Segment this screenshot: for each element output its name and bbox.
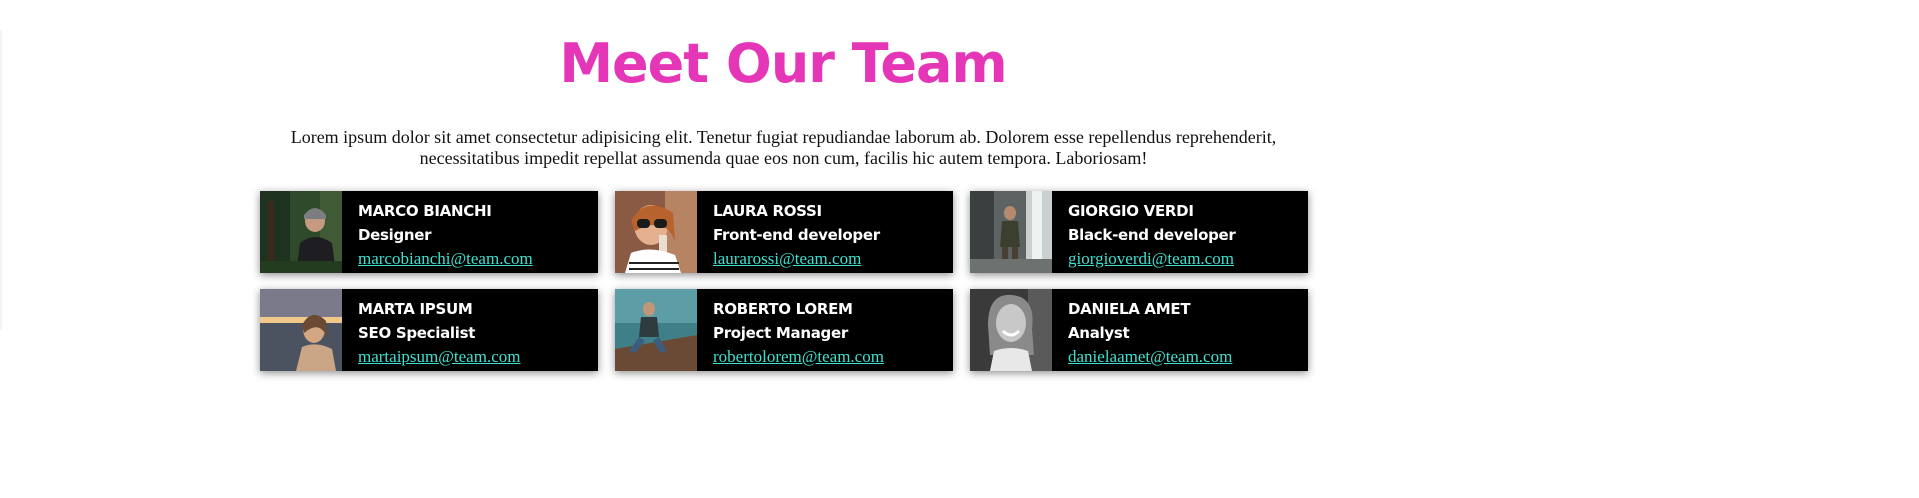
team-member-photo [260,289,342,371]
team-member-email-link[interactable]: martaipsum@team.com [358,345,520,369]
intro-paragraph: Lorem ipsum dolor sit amet consectetur a… [290,127,1277,168]
team-member-name: GIORGIO VERDI [1068,202,1194,220]
team-member-name: LAURA ROSSI [713,202,822,220]
team-member-email-link[interactable]: laurarossi@team.com [713,247,880,271]
team-member-name: MARTA IPSUM [358,300,473,318]
team-member-role: Front-end developer [713,226,880,244]
team-member-name: ROBERTO LOREM [713,300,853,318]
team-member-role: Black-end developer [1068,226,1236,244]
team-member-email-link[interactable]: robertolorem@team.com [713,345,884,369]
team-member-name: MARCO BIANCHI [358,202,492,220]
page-title: Meet Our Team [559,32,1007,95]
team-member-email-link[interactable]: giorgioverdi@team.com [1068,247,1236,271]
team-member-name: DANIELA AMET [1068,300,1191,318]
team-member-photo [615,191,697,273]
team-card: DANIELA AMET Analyst danielaamet@team.co… [970,289,1308,371]
team-grid: MARCO BIANCHI Designer marcobianchi@team… [260,191,1308,371]
team-member-photo [615,289,697,371]
team-member-role: Designer [358,226,432,244]
team-member-role: Project Manager [713,324,848,342]
team-member-role: SEO Specialist [358,324,476,342]
team-card: GIORGIO VERDI Black-end developer giorgi… [970,191,1308,273]
team-member-info: DANIELA AMET Analyst danielaamet@team.co… [1052,289,1232,371]
team-member-info: LAURA ROSSI Front-end developer lauraros… [697,191,880,273]
team-card: LAURA ROSSI Front-end developer lauraros… [615,191,953,273]
team-card: ROBERTO LOREM Project Manager robertolor… [615,289,953,371]
team-member-info: MARTA IPSUM SEO Specialist martaipsum@te… [342,289,520,371]
team-member-info: GIORGIO VERDI Black-end developer giorgi… [1052,191,1236,273]
team-member-email-link[interactable]: marcobianchi@team.com [358,247,533,271]
team-member-email-link[interactable]: danielaamet@team.com [1068,345,1232,369]
team-card: MARTA IPSUM SEO Specialist martaipsum@te… [260,289,598,371]
team-member-photo [260,191,342,273]
team-member-photo [970,289,1052,371]
team-member-photo [970,191,1052,273]
team-member-info: ROBERTO LOREM Project Manager robertolor… [697,289,884,371]
team-member-info: MARCO BIANCHI Designer marcobianchi@team… [342,191,533,273]
team-member-role: Analyst [1068,324,1130,342]
team-card: MARCO BIANCHI Designer marcobianchi@team… [260,191,598,273]
team-page: Meet Our Team Lorem ipsum dolor sit amet… [0,0,1919,498]
